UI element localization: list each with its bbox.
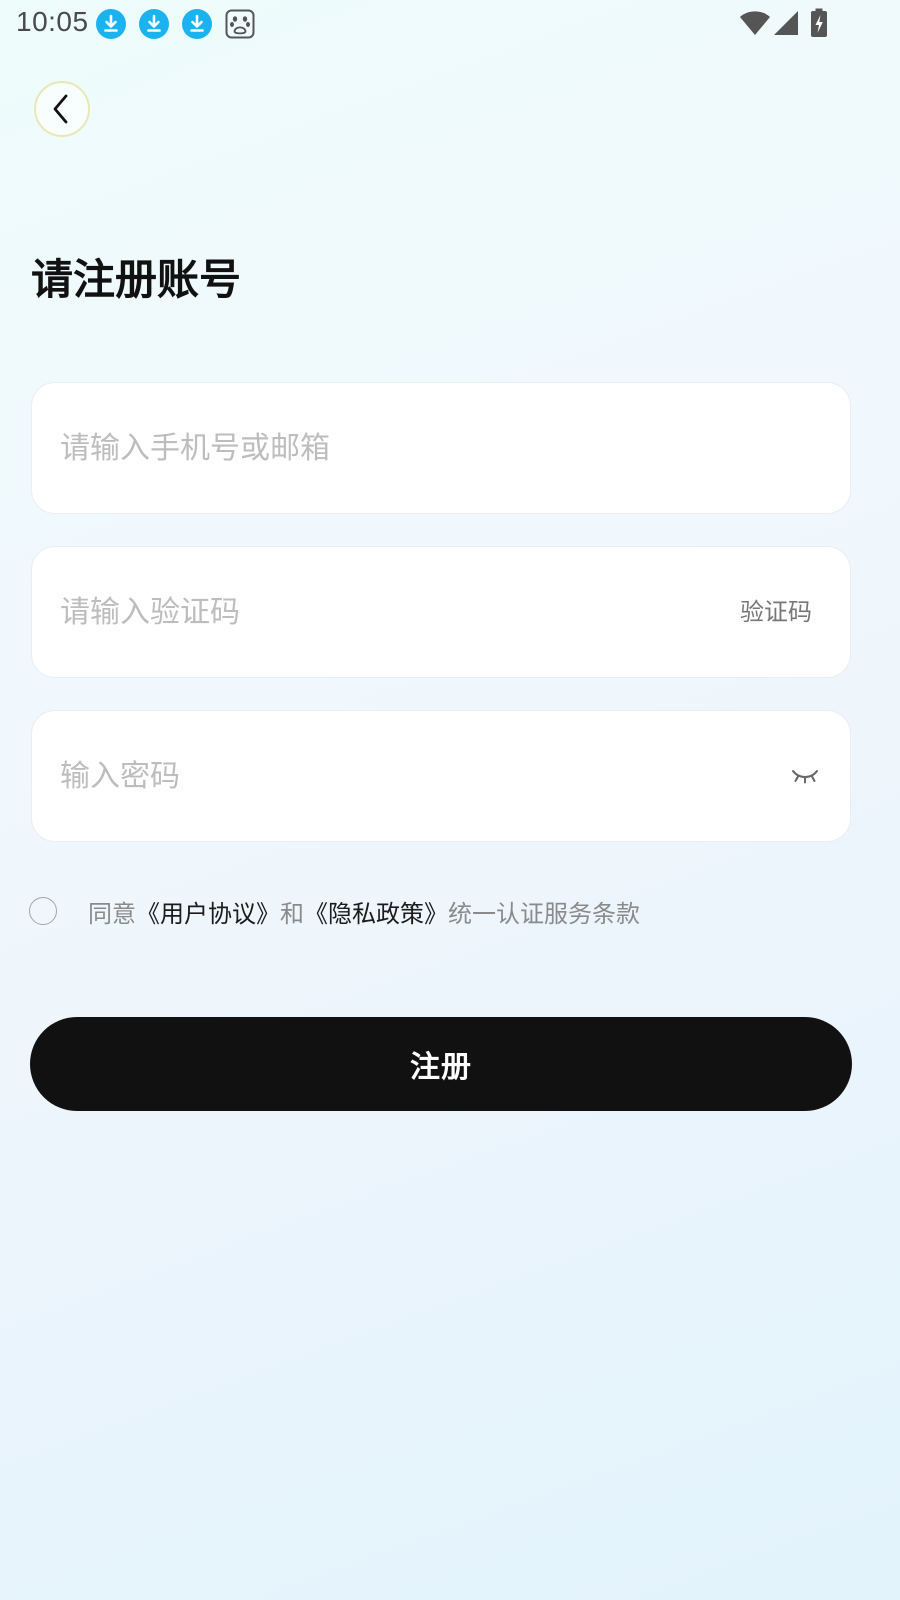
wifi-icon <box>740 11 770 35</box>
eye-closed-icon[interactable] <box>790 765 820 787</box>
page-title: 请注册账号 <box>31 255 242 304</box>
agreement-row: 同意《用户协议》和《隐私政策》统一认证服务条款 <box>29 896 849 936</box>
download-icon <box>96 9 126 39</box>
privacy-policy-link[interactable]: 《隐私政策》 <box>304 900 448 928</box>
agreement-checkbox[interactable] <box>29 897 57 925</box>
status-time: 10:05 <box>16 6 89 37</box>
agreement-text: 同意《用户协议》和《隐私政策》统一认证服务条款 <box>88 898 640 930</box>
password-field[interactable] <box>31 710 851 842</box>
phone-email-input[interactable] <box>60 383 700 513</box>
agreement-and: 和 <box>280 900 304 928</box>
password-input[interactable] <box>60 711 700 841</box>
verification-code-input[interactable] <box>60 547 700 677</box>
download-icon <box>182 9 212 39</box>
status-bar: 10:05 <box>0 0 900 48</box>
get-code-button[interactable]: 验证码 <box>740 595 812 629</box>
cellular-signal-icon <box>774 11 798 35</box>
baidu-paw-icon <box>225 9 255 39</box>
battery-charging-icon <box>811 8 827 37</box>
verification-code-field[interactable]: 验证码 <box>31 546 851 678</box>
agreement-suffix: 统一认证服务条款 <box>448 900 640 928</box>
back-button[interactable] <box>34 81 90 137</box>
chevron-left-icon <box>53 94 68 124</box>
download-icon <box>139 9 169 39</box>
register-button[interactable]: 注册 <box>30 1017 852 1111</box>
agreement-prefix: 同意 <box>88 900 136 928</box>
user-agreement-link[interactable]: 《用户协议》 <box>136 900 280 928</box>
phone-email-field[interactable] <box>31 382 851 514</box>
